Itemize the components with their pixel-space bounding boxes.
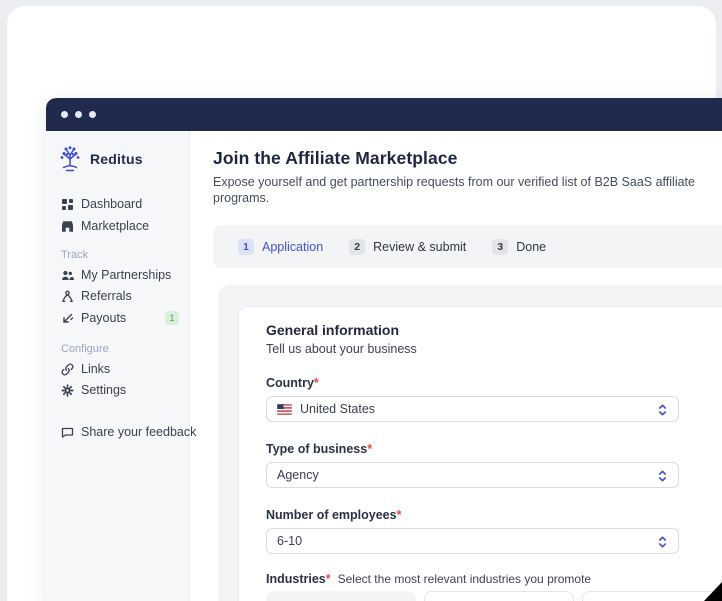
step-label: Done (516, 240, 546, 254)
mouse-cursor (704, 582, 722, 601)
step-label: Application (262, 240, 323, 254)
industry-option-business[interactable]: Business (424, 591, 574, 601)
sidebar-item-label: Marketplace (81, 219, 149, 233)
number-of-employees-select[interactable]: 6-10 (266, 528, 679, 554)
form-section-background: General information Tell us about your b… (218, 285, 722, 601)
type-of-business-value: Agency (277, 468, 319, 482)
step-number: 2 (349, 239, 365, 255)
country-select[interactable]: United States (266, 396, 679, 422)
sidebar-item-dashboard[interactable]: Dashboard (61, 194, 183, 214)
number-of-employees-label: Number of employees* (266, 508, 722, 522)
stepper: 1 Application 2 Review & submit 3 Done (213, 225, 722, 268)
link-icon (61, 363, 74, 376)
chevron-up-down-icon (656, 535, 669, 549)
required-asterisk: * (367, 442, 372, 456)
general-information-card: General information Tell us about your b… (238, 306, 722, 601)
sidebar-item-label: Links (81, 362, 110, 376)
industries-label: Industries* Select the most relevant ind… (266, 572, 722, 586)
payout-arrow-icon (61, 312, 74, 325)
sidebar-item-label: Payouts (81, 311, 126, 325)
country-value: United States (300, 402, 375, 416)
industry-option-accounting[interactable]: Accounting (266, 591, 416, 601)
sidebar-section-configure: Configure (61, 342, 109, 356)
industry-option-development[interactable]: Development (582, 591, 722, 601)
required-asterisk: * (314, 376, 319, 390)
number-of-employees-value: 6-10 (277, 534, 302, 548)
step-number: 1 (238, 239, 254, 255)
chevron-up-down-icon (656, 469, 669, 483)
industries-hint: Select the most relevant industries you … (338, 572, 591, 586)
sidebar-section-track: Track (61, 248, 88, 262)
people-icon (61, 269, 74, 282)
step-done[interactable]: 3 Done (492, 239, 546, 255)
sidebar-item-links[interactable]: Links (61, 359, 183, 379)
window-control-dot[interactable] (75, 111, 82, 118)
chevron-up-down-icon (656, 403, 669, 417)
window-control-dot[interactable] (89, 111, 96, 118)
page-title: Join the Affiliate Marketplace (213, 147, 722, 169)
sidebar-item-label: Settings (81, 383, 126, 397)
sidebar-item-referrals[interactable]: Referrals (61, 286, 183, 306)
type-of-business-select[interactable]: Agency (266, 462, 679, 488)
sidebar-item-label: Dashboard (81, 197, 142, 211)
brand-name: Reditus (90, 151, 143, 167)
sidebar-item-share-feedback[interactable]: Share your feedback (61, 422, 183, 442)
form-heading: General information (266, 322, 722, 338)
sidebar-item-payouts[interactable]: Payouts 1 (61, 308, 183, 328)
country-label: Country* (266, 376, 722, 390)
required-asterisk: * (397, 508, 402, 522)
referrals-icon (61, 290, 74, 303)
sidebar-item-my-partnerships[interactable]: My Partnerships (61, 265, 183, 285)
sidebar: Reditus Dashboard Marketplace (46, 131, 190, 601)
step-number: 3 (492, 239, 508, 255)
sidebar-item-label: My Partnerships (81, 268, 171, 282)
form-subheading: Tell us about your business (266, 342, 722, 356)
sidebar-item-label: Share your feedback (81, 425, 196, 439)
step-application[interactable]: 1 Application (238, 239, 323, 255)
page-subtitle: Expose yourself and get partnership requ… (213, 174, 722, 206)
us-flag-icon (277, 404, 292, 415)
window-control-dot[interactable] (61, 111, 68, 118)
reditus-tree-logo-icon (58, 146, 82, 173)
window-titlebar (46, 98, 722, 131)
brand[interactable]: Reditus (58, 143, 143, 175)
payouts-count-badge: 1 (165, 311, 179, 325)
chat-bubble-icon (61, 426, 74, 439)
sidebar-item-label: Referrals (81, 289, 132, 303)
sidebar-item-settings[interactable]: Settings (61, 380, 183, 400)
type-of-business-label: Type of business* (266, 442, 722, 456)
step-review-submit[interactable]: 2 Review & submit (349, 239, 466, 255)
sidebar-item-marketplace[interactable]: Marketplace (61, 216, 183, 236)
storefront-icon (61, 220, 74, 233)
main-content: Join the Affiliate Marketplace Expose yo… (190, 131, 722, 601)
app-window: Reditus Dashboard Marketplace (46, 98, 722, 601)
industry-options: Accounting Business (266, 591, 722, 601)
step-label: Review & submit (373, 240, 466, 254)
gear-icon (61, 384, 74, 397)
dashboard-icon (61, 198, 74, 211)
